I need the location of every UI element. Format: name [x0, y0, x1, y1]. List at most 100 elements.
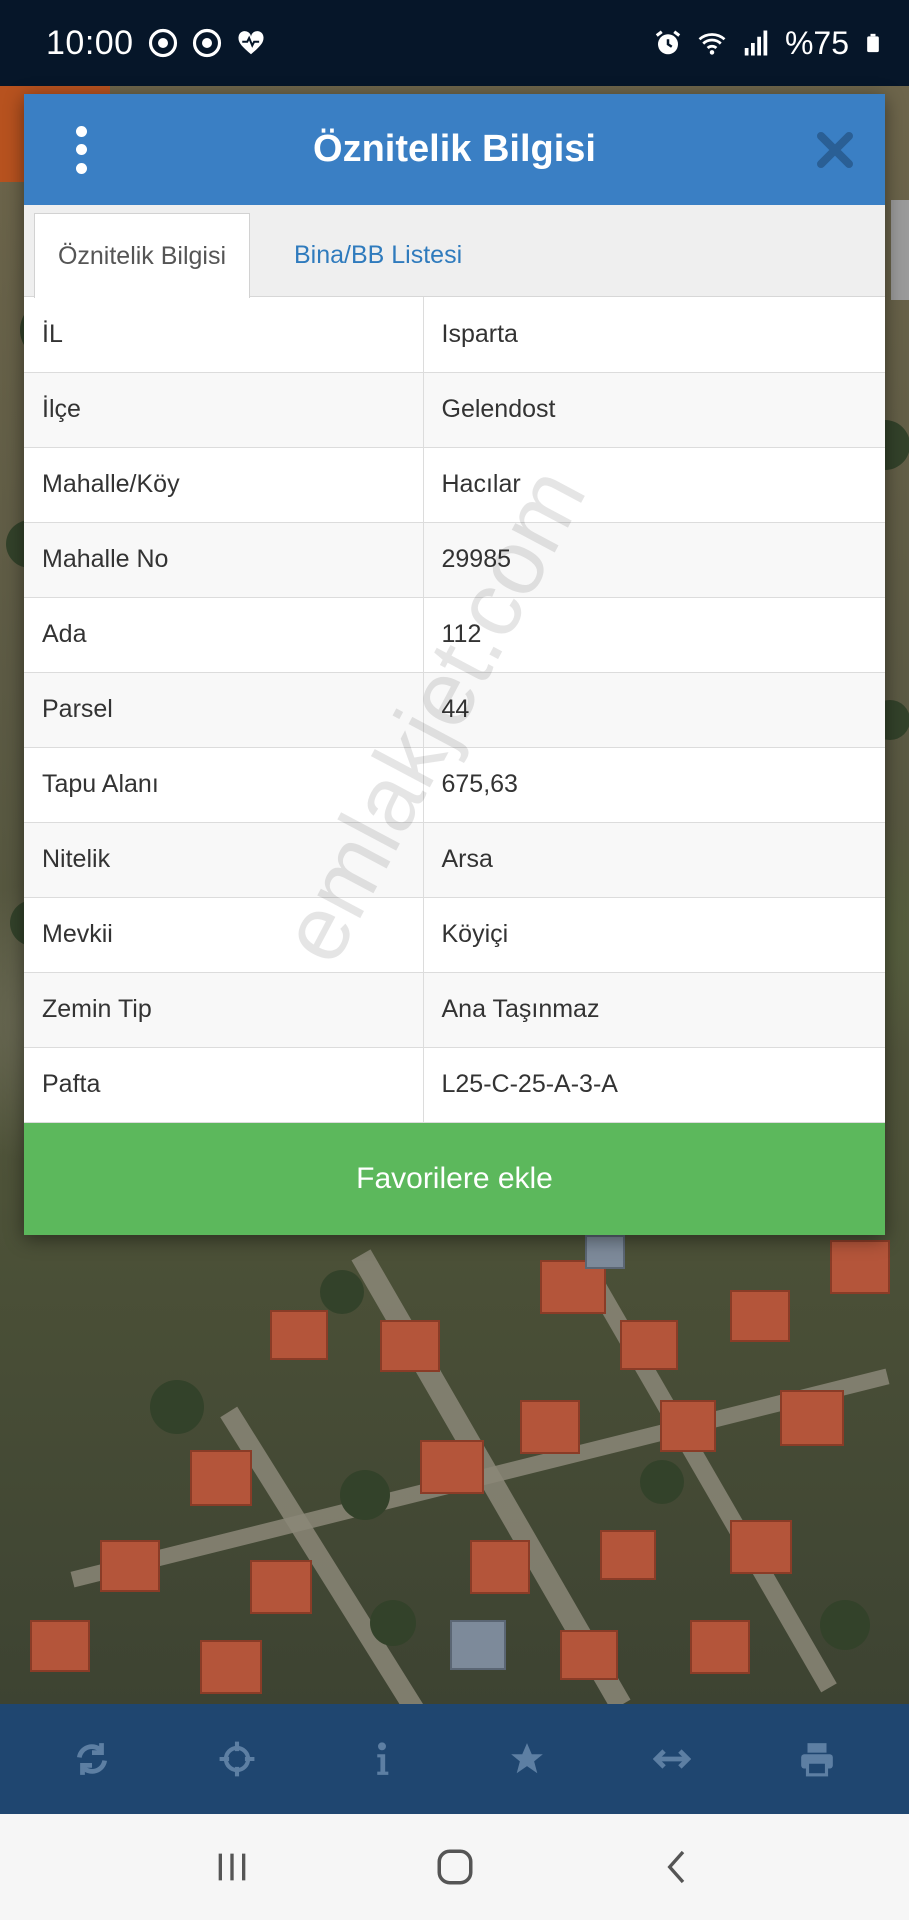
favorites-button[interactable]: [497, 1729, 557, 1789]
back-icon: [666, 1850, 684, 1884]
attribute-key: İlçe: [24, 372, 424, 448]
attribute-key: Pafta: [24, 1047, 424, 1123]
chrome-icon: [192, 28, 221, 58]
map-building: [620, 1320, 678, 1370]
map-building: [660, 1400, 716, 1452]
dialog-title: Öznitelik Bilgisi: [313, 128, 596, 170]
system-nav-bar: [0, 1814, 909, 1920]
heart-pulse-icon: [238, 31, 264, 55]
map-tree: [370, 1600, 416, 1646]
tab-building-list[interactable]: Bina/BB Listesi: [274, 213, 482, 298]
map-tree: [820, 1600, 870, 1650]
measure-button[interactable]: [642, 1729, 702, 1789]
print-button[interactable]: [787, 1729, 847, 1789]
map-building: [450, 1620, 506, 1670]
table-row: İlçe Gelendost: [24, 372, 885, 448]
map-tree: [150, 1380, 204, 1434]
attribute-key: Zemin Tip: [24, 972, 424, 1048]
battery-icon: [867, 33, 879, 53]
map-building: [585, 1235, 625, 1269]
locate-button[interactable]: [207, 1729, 267, 1789]
info-button[interactable]: [352, 1729, 412, 1789]
map-building: [560, 1630, 618, 1680]
attribute-key: Tapu Alanı: [24, 747, 424, 823]
wifi-icon: [698, 33, 726, 55]
attribute-value: 112: [423, 597, 885, 673]
attribute-key: İL: [24, 297, 424, 373]
table-row: Parsel 44: [24, 672, 885, 748]
print-icon: [800, 1743, 833, 1777]
table-row: Pafta L25-C-25-A-3-A: [24, 1047, 885, 1123]
star-icon: [511, 1743, 543, 1774]
tab-bar: Öznitelik Bilgisi Bina/BB Listesi: [24, 205, 885, 298]
signal-icon: [744, 30, 768, 56]
status-time: 10:00: [46, 23, 134, 62]
attribute-key: Mevkii: [24, 897, 424, 973]
attribute-value: Hacılar: [423, 447, 885, 523]
table-row: Zemin Tip Ana Taşınmaz: [24, 972, 885, 1048]
table-row: Ada 112: [24, 597, 885, 673]
more-options-icon[interactable]: [64, 122, 98, 178]
status-bar: 10:00 %75: [0, 0, 909, 86]
attribute-key: Mahalle No: [24, 522, 424, 598]
attribute-key: Ada: [24, 597, 424, 673]
map-building: [190, 1450, 252, 1506]
map-building: [270, 1310, 328, 1360]
table-row: Mevkii Köyiçi: [24, 897, 885, 973]
map-building: [520, 1400, 580, 1454]
map-building: [380, 1320, 440, 1372]
home-icon: [437, 1849, 472, 1885]
chrome-icon: [148, 28, 177, 58]
map-tree: [320, 1270, 364, 1314]
attribute-value: Isparta: [423, 297, 885, 373]
close-icon[interactable]: [811, 126, 859, 174]
map-building: [420, 1440, 484, 1494]
map-building: [100, 1540, 160, 1592]
recent-apps-icon: [218, 1853, 245, 1881]
attribute-value: 29985: [423, 522, 885, 598]
info-icon: [377, 1742, 389, 1775]
attribute-key: Nitelik: [24, 822, 424, 898]
map-building: [690, 1620, 750, 1674]
map-building: [250, 1560, 312, 1614]
back-button[interactable]: [648, 1837, 708, 1897]
table-row: Mahalle No 29985: [24, 522, 885, 598]
map-building: [200, 1640, 262, 1694]
crosshair-icon: [219, 1741, 255, 1777]
table-row: Tapu Alanı 675,63: [24, 747, 885, 823]
refresh-button[interactable]: [62, 1729, 122, 1789]
home-button[interactable]: [425, 1837, 485, 1897]
table-row: İL Isparta: [24, 297, 885, 373]
attribute-value: Ana Taşınmaz: [423, 972, 885, 1048]
attribute-key: Mahalle/Köy: [24, 447, 424, 523]
add-to-favorites-button[interactable]: Favorilere ekle: [24, 1123, 885, 1235]
attribute-value: Arsa: [423, 822, 885, 898]
attribute-value: 675,63: [423, 747, 885, 823]
dialog-header: Öznitelik Bilgisi: [24, 94, 885, 205]
battery-level: %75: [784, 24, 849, 61]
refresh-icon: [77, 1743, 108, 1775]
map-tree: [640, 1460, 684, 1504]
attribute-table: İL Isparta İlçe Gelendost Mahalle/Köy Hacıl…: [24, 297, 885, 1123]
attribute-value: Köyiçi: [423, 897, 885, 973]
alarm-icon: [655, 30, 681, 55]
map-building: [780, 1390, 844, 1446]
map-building: [470, 1540, 530, 1594]
map-building: [730, 1290, 790, 1342]
table-row: Nitelik Arsa: [24, 822, 885, 898]
attribute-value: 44: [423, 672, 885, 748]
map-building: [600, 1530, 656, 1580]
map-building: [30, 1620, 90, 1672]
attribute-value: Gelendost: [423, 372, 885, 448]
map-feature: [891, 200, 909, 300]
table-row: Mahalle/Köy Hacılar: [24, 447, 885, 523]
map-building: [830, 1240, 890, 1294]
attribute-key: Parsel: [24, 672, 424, 748]
attribute-dialog: Öznitelik Bilgisi Öznitelik Bilgisi Bina…: [24, 94, 885, 1235]
tab-attribute-info[interactable]: Öznitelik Bilgisi: [34, 213, 250, 298]
recent-apps-button[interactable]: [202, 1837, 262, 1897]
measure-icon: [652, 1749, 691, 1769]
attribute-value: L25-C-25-A-3-A: [423, 1047, 885, 1123]
map-building: [730, 1520, 792, 1574]
map-toolbar: [0, 1704, 909, 1814]
